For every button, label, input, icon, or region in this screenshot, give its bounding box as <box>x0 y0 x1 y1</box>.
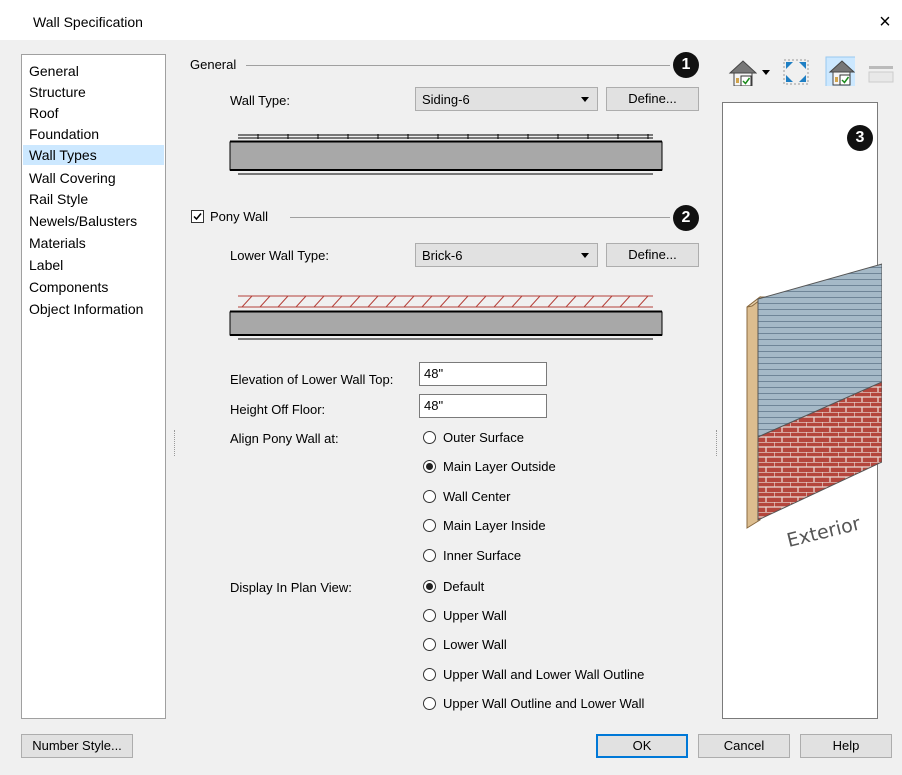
align-outer-surface-label[interactable]: Outer Surface <box>443 430 524 445</box>
radio-selected-dot <box>426 463 433 470</box>
display-default-label[interactable]: Default <box>443 579 484 594</box>
close-button[interactable]: × <box>872 9 898 35</box>
sidebar-item-structure[interactable]: Structure <box>26 82 89 102</box>
align-wall-center-label[interactable]: Wall Center <box>443 489 510 504</box>
sidebar-item-label[interactable]: Label <box>26 255 66 275</box>
sidebar-item-general[interactable]: General <box>26 61 82 81</box>
general-divider <box>246 65 670 66</box>
display-upper-outline-lower-wall-radio[interactable] <box>423 697 436 710</box>
help-button[interactable]: Help <box>800 734 892 758</box>
number-style-button[interactable]: Number Style... <box>21 734 133 758</box>
elevation-field[interactable]: 48" <box>419 362 547 386</box>
pony-wall-label[interactable]: Pony Wall <box>210 209 268 224</box>
wall-type-diagram <box>229 134 663 175</box>
lower-wall-type-dropdown[interactable]: Brick-6 <box>415 243 598 267</box>
house-view-icon[interactable] <box>727 56 757 86</box>
chevron-down-icon <box>581 97 589 102</box>
display-upper-wall-label[interactable]: Upper Wall <box>443 608 507 623</box>
align-main-layer-outside-label[interactable]: Main Layer Outside <box>443 459 556 474</box>
display-upper-wall-lower-outline-radio[interactable] <box>423 668 436 681</box>
sidebar-item-wall-covering[interactable]: Wall Covering <box>26 168 119 188</box>
category-list[interactable]: General Structure Roof Foundation Wall T… <box>21 54 166 719</box>
elevation-label: Elevation of Lower Wall Top: <box>230 372 394 387</box>
sidebar-item-wall-types[interactable]: Wall Types <box>23 145 164 165</box>
align-wall-center-radio[interactable] <box>423 490 436 503</box>
cancel-button[interactable]: Cancel <box>698 734 790 758</box>
display-upper-wall-radio[interactable] <box>423 609 436 622</box>
sidebar-item-foundation[interactable]: Foundation <box>26 124 102 144</box>
define-wall-type-button[interactable]: Define... <box>606 87 699 111</box>
lower-wall-type-value: Brick-6 <box>422 248 463 263</box>
lower-wall-type-label: Lower Wall Type: <box>230 248 329 263</box>
callout-badge-3: 3 <box>847 125 873 151</box>
height-off-floor-label: Height Off Floor: <box>230 402 326 417</box>
wall-type-value: Siding-6 <box>422 92 470 107</box>
display-upper-outline-lower-wall-label[interactable]: Upper Wall Outline and Lower Wall <box>443 696 644 711</box>
dropdown-arrow-icon[interactable] <box>762 70 770 75</box>
general-group-label: General <box>190 57 237 72</box>
pony-wall-divider <box>290 217 670 218</box>
wall-3d-preview-image <box>746 263 882 529</box>
align-outer-surface-radio[interactable] <box>423 431 436 444</box>
sidebar-item-materials[interactable]: Materials <box>26 233 89 253</box>
align-main-layer-inside-label[interactable]: Main Layer Inside <box>443 518 546 533</box>
display-in-plan-view-label: Display In Plan View: <box>230 580 352 595</box>
sidebar-item-components[interactable]: Components <box>26 277 111 297</box>
lower-wall-type-diagram <box>229 295 663 340</box>
sidebar-item-object-information[interactable]: Object Information <box>26 299 146 319</box>
pony-wall-checkbox[interactable] <box>191 210 204 223</box>
wall-type-label: Wall Type: <box>230 93 290 108</box>
callout-badge-2: 2 <box>673 205 699 231</box>
align-main-layer-outside-radio[interactable] <box>423 460 436 473</box>
display-upper-wall-lower-outline-label[interactable]: Upper Wall and Lower Wall Outline <box>443 667 644 682</box>
align-pony-wall-label: Align Pony Wall at: <box>230 431 339 446</box>
fill-window-icon[interactable] <box>781 57 811 87</box>
define-lower-wall-type-button[interactable]: Define... <box>606 243 699 267</box>
sidebar-item-newels-balusters[interactable]: Newels/Balusters <box>26 211 140 231</box>
display-default-radio[interactable] <box>423 580 436 593</box>
radio-selected-dot <box>426 583 433 590</box>
left-splitter-grip[interactable] <box>174 430 177 456</box>
align-inner-surface-radio[interactable] <box>423 549 436 562</box>
sidebar-item-rail-style[interactable]: Rail Style <box>26 189 91 209</box>
display-lower-wall-label[interactable]: Lower Wall <box>443 637 507 652</box>
align-main-layer-inside-radio[interactable] <box>423 519 436 532</box>
ok-button[interactable]: OK <box>596 734 688 758</box>
align-inner-surface-label[interactable]: Inner Surface <box>443 548 521 563</box>
sidebar-item-roof[interactable]: Roof <box>26 103 62 123</box>
right-splitter-grip[interactable] <box>716 430 719 456</box>
camera-view-icon[interactable] <box>825 56 855 86</box>
window-title: Wall Specification <box>33 14 143 30</box>
chevron-down-icon <box>581 253 589 258</box>
height-off-floor-field[interactable]: 48" <box>419 394 547 418</box>
checkmark-icon <box>193 213 202 221</box>
display-lower-wall-radio[interactable] <box>423 638 436 651</box>
wall-type-dropdown[interactable]: Siding-6 <box>415 87 598 111</box>
callout-badge-1: 1 <box>673 52 699 78</box>
layer-toggle-icon[interactable] <box>867 60 897 90</box>
